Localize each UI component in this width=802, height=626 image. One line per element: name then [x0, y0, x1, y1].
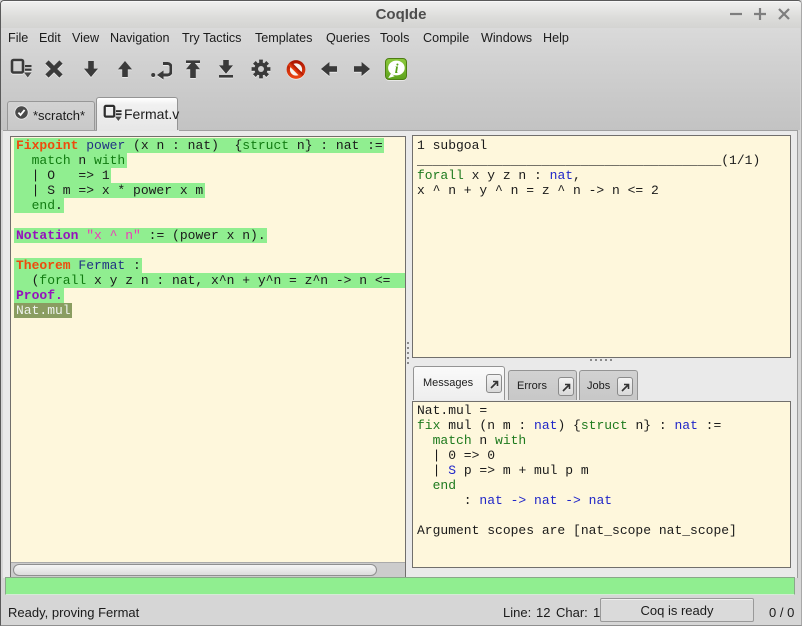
- svg-text:i: i: [395, 61, 399, 76]
